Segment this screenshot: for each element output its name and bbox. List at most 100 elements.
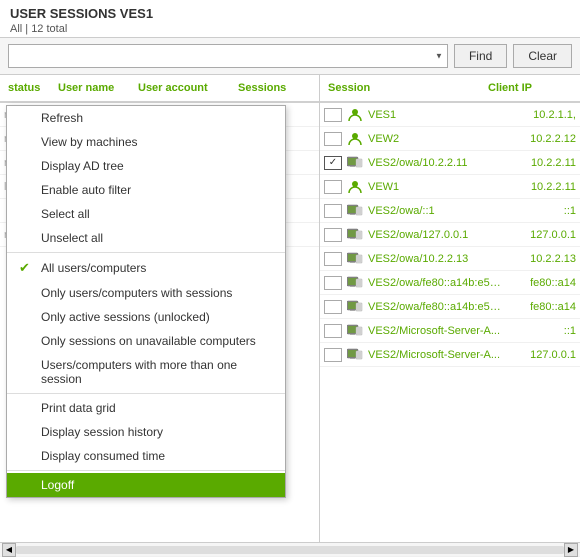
menu-item-label: Refresh: [41, 111, 83, 125]
session-count: All | 12 total: [10, 23, 570, 35]
session-name: VES2/owa/10.2.2.13: [368, 253, 501, 265]
session-ip: 127.0.0.1: [501, 349, 576, 361]
session-ip: 10.2.2.11: [501, 181, 576, 193]
menu-item-print-data-grid[interactable]: Print data grid: [7, 396, 285, 420]
user-icon: [346, 130, 364, 148]
menu-item-unselect-all[interactable]: Unselect all: [7, 226, 285, 250]
session-ip: ::1: [501, 325, 576, 337]
right-col-headers: Session Client IP: [320, 75, 580, 103]
menu-item-label: View by machines: [41, 135, 138, 149]
sessions-list: VES110.2.1.1, VEW210.2.2.12 VES2/owa/10.…: [320, 103, 580, 542]
menu-item-label: Only sessions on unavailable computers: [41, 334, 256, 348]
session-icon: [346, 322, 364, 340]
search-dropdown[interactable]: [8, 44, 448, 68]
session-ip: 127.0.0.1: [501, 229, 576, 241]
left-col-headers: status User name User account Sessions: [0, 75, 319, 103]
menu-item-refresh[interactable]: Refresh: [7, 106, 285, 130]
session-checkbox[interactable]: [324, 276, 342, 290]
page-title: USER SESSIONS VES1: [10, 6, 570, 21]
menu-item-logoff[interactable]: Logoff: [7, 473, 285, 497]
menu-item-label: Display AD tree: [41, 159, 124, 173]
menu-item-only-unavailable[interactable]: Only sessions on unavailable computers: [7, 329, 285, 353]
session-icon: [346, 274, 364, 292]
session-row[interactable]: VES2/Microsoft-Server-A...::1: [320, 319, 580, 343]
session-ip: 10.2.2.11: [501, 157, 576, 169]
session-icon: [346, 202, 364, 220]
session-row[interactable]: VEW210.2.2.12: [320, 127, 580, 151]
session-name: VES2/owa/fe80::a14b:e5e:...: [368, 277, 501, 289]
col-header-status: status: [4, 82, 54, 94]
session-ip: fe80::a14: [501, 277, 576, 289]
col-header-useraccount[interactable]: User account: [134, 82, 234, 94]
find-button[interactable]: Find: [454, 44, 507, 68]
session-row[interactable]: VES2/owa/fe80::a14b:e5e:...fe80::a14: [320, 271, 580, 295]
col-header-session[interactable]: Session: [324, 82, 484, 94]
menu-divider: [7, 252, 285, 253]
content-area: status User name User account Sessions r…: [0, 75, 580, 542]
menu-item-label: Logoff: [41, 478, 74, 492]
session-checkbox[interactable]: [324, 324, 342, 338]
session-name: VES2/owa/fe80::a14b:e5e:...: [368, 301, 501, 313]
session-checkbox[interactable]: [324, 180, 342, 194]
session-row[interactable]: VES2/owa/10.2.2.1110.2.2.11: [320, 151, 580, 175]
menu-item-only-active[interactable]: Only active sessions (unlocked): [7, 305, 285, 329]
menu-item-all-users[interactable]: ✔All users/computers: [7, 255, 285, 281]
right-panel: Session Client IP VES110.2.1.1, VEW210.2…: [320, 75, 580, 542]
search-wrapper[interactable]: [8, 44, 448, 68]
session-ip: 10.2.1.1,: [501, 109, 576, 121]
session-checkbox[interactable]: [324, 252, 342, 266]
menu-item-select-all[interactable]: Select all: [7, 202, 285, 226]
session-row[interactable]: VES2/Microsoft-Server-A...127.0.0.1: [320, 343, 580, 367]
menu-item-display-ad-tree[interactable]: Display AD tree: [7, 154, 285, 178]
session-checkbox[interactable]: [324, 156, 342, 170]
session-row[interactable]: VES110.2.1.1,: [320, 103, 580, 127]
session-name: VES2/Microsoft-Server-A...: [368, 349, 501, 361]
context-menu[interactable]: Refresh View by machines Display AD tree En…: [6, 105, 286, 498]
session-ip: fe80::a14: [501, 301, 576, 313]
menu-item-label: Display consumed time: [41, 449, 165, 463]
left-panel: status User name User account Sessions r…: [0, 75, 320, 542]
scroll-right-btn[interactable]: ▶: [564, 543, 578, 557]
col-header-username[interactable]: User name: [54, 82, 134, 94]
menu-item-more-than-one[interactable]: Users/computers with more than one sessi…: [7, 353, 285, 391]
menu-item-label: Only users/computers with sessions: [41, 286, 232, 300]
scroll-track[interactable]: [16, 546, 564, 554]
scroll-left-btn[interactable]: ◀: [2, 543, 16, 557]
clear-button[interactable]: Clear: [513, 44, 572, 68]
session-row[interactable]: VEW110.2.2.11: [320, 175, 580, 199]
menu-item-label: Enable auto filter: [41, 183, 131, 197]
session-ip: ::1: [501, 205, 576, 217]
session-icon: [346, 226, 364, 244]
session-ip: 10.2.2.13: [501, 253, 576, 265]
session-name: VES2/owa/10.2.2.11: [368, 157, 501, 169]
menu-item-view-by-machines[interactable]: View by machines: [7, 130, 285, 154]
menu-divider: [7, 470, 285, 471]
session-row[interactable]: VES2/owa/::1::1: [320, 199, 580, 223]
menu-item-only-with-sessions[interactable]: Only users/computers with sessions: [7, 281, 285, 305]
session-name: VEW1: [368, 181, 501, 193]
session-checkbox[interactable]: [324, 300, 342, 314]
horizontal-scrollbar[interactable]: ◀ ▶: [0, 542, 580, 556]
session-row[interactable]: VES2/owa/127.0.0.1127.0.0.1: [320, 223, 580, 247]
session-icon: [346, 346, 364, 364]
session-icon: [346, 250, 364, 268]
menu-item-display-session-history[interactable]: Display session history: [7, 420, 285, 444]
menu-item-display-consumed-time[interactable]: Display consumed time: [7, 444, 285, 468]
session-row[interactable]: VES2/owa/10.2.2.1310.2.2.13: [320, 247, 580, 271]
session-checkbox[interactable]: [324, 132, 342, 146]
session-checkbox[interactable]: [324, 228, 342, 242]
session-icon: [346, 154, 364, 172]
menu-item-label: Unselect all: [41, 231, 103, 245]
user-icon: [346, 178, 364, 196]
session-icon: [346, 298, 364, 316]
session-checkbox[interactable]: [324, 348, 342, 362]
session-name: VES2/Microsoft-Server-A...: [368, 325, 501, 337]
session-row[interactable]: VES2/owa/fe80::a14b:e5e:...fe80::a14: [320, 295, 580, 319]
session-checkbox[interactable]: [324, 204, 342, 218]
menu-item-label: Select all: [41, 207, 90, 221]
menu-item-enable-auto-filter[interactable]: Enable auto filter: [7, 178, 285, 202]
col-header-sessions[interactable]: Sessions: [234, 82, 304, 94]
session-checkbox[interactable]: [324, 108, 342, 122]
session-name: VES1: [368, 109, 501, 121]
col-header-clientip[interactable]: Client IP: [484, 82, 564, 94]
